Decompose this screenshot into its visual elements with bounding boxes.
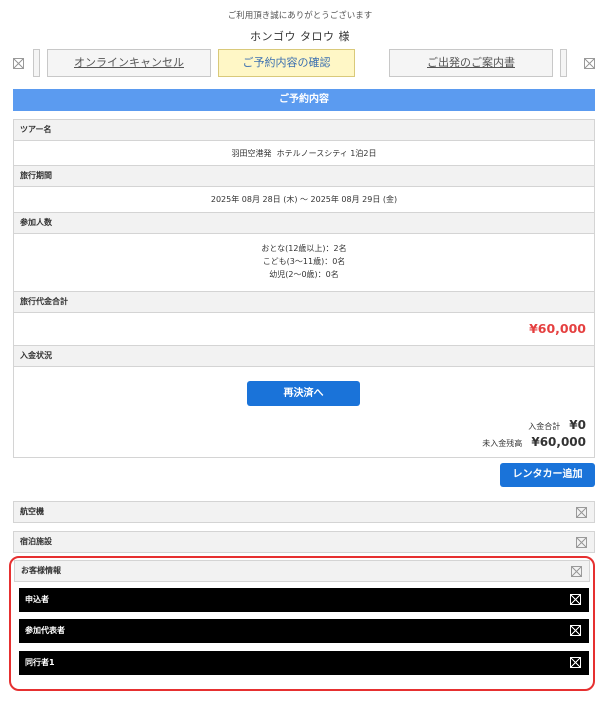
adults-count: おとな(12歳以上)：2名 [261,244,347,253]
infants-count: 幼児(2～0歳)：0名 [269,270,339,279]
children-count: こども(3～11歳)：0名 [262,257,346,266]
paid-total-label: 入金合計 [528,422,561,431]
participants-label: 参加人数 [14,213,594,234]
tab-edge-left [33,49,40,77]
section-title: ご予約内容 [13,89,595,111]
travel-period-value: 2025年 08月 28日 (木) ～ 2025年 08月 29日 (金) [210,195,398,204]
total-price-row: 旅行代金合計 ¥60,000 [13,292,595,346]
broken-image-icon [584,58,595,69]
total-price-value: ¥60,000 [529,321,586,336]
customer-name: ホンゴウ タロウ 様 [250,30,350,43]
tab-bar: オンラインキャンセル ご予約内容の確認 ご出発のご案内書 [13,49,595,79]
customer-info-label: お客様情報 [21,566,61,575]
tour-name-value: 羽田空港発 ホテルノースシティ 1泊2日 [231,149,377,158]
participants-values: おとな(12歳以上)：2名 こども(3～11歳)：0名 幼児(2～0歳)：0名 [14,234,594,281]
representative-row[interactable]: 参加代表者 [19,619,589,643]
unpaid-balance: 未入金残高 ¥60,000 [482,431,586,450]
companion-label: 同行者1 [25,658,55,667]
total-price-label: 旅行代金合計 [14,292,594,313]
tab-edge-right [560,49,567,77]
broken-image-icon [576,507,587,518]
tab-online-cancel[interactable]: オンラインキャンセル [47,49,211,77]
travel-period-row: 旅行期間 2025年 08月 28日 (木) ～ 2025年 08月 29日 (… [13,166,595,213]
tab-reservation-confirm[interactable]: ご予約内容の確認 [218,49,355,77]
broken-image-icon [570,657,581,668]
participants-row: 参加人数 おとな(12歳以上)：2名 こども(3～11歳)：0名 幼児(2～0歳… [13,213,595,292]
representative-label: 参加代表者 [25,626,65,635]
payment-status-label: 入金状況 [14,346,594,367]
broken-image-icon [571,566,582,577]
broken-image-icon [13,58,24,69]
repay-button[interactable]: 再決済へ [247,381,360,406]
broken-image-icon [576,537,587,548]
applicant-label: 申込者 [25,595,49,604]
hotel-section[interactable]: 宿泊施設 [13,531,595,553]
unpaid-balance-label: 未入金残高 [482,439,523,448]
broken-image-icon [570,594,581,605]
companion-row[interactable]: 同行者1 [19,651,589,675]
tab-departure-guide[interactable]: ご出発のご案内書 [389,49,553,77]
broken-image-icon [570,625,581,636]
paid-total-value: ¥0 [569,418,586,432]
tour-name-label: ツアー名 [14,120,594,141]
hotel-section-label: 宿泊施設 [20,537,52,546]
unpaid-balance-value: ¥60,000 [531,435,586,449]
flight-section-label: 航空機 [20,507,44,516]
add-rental-car-button[interactable]: レンタカー追加 [500,463,595,487]
applicant-row[interactable]: 申込者 [19,588,589,612]
travel-period-label: 旅行期間 [14,166,594,187]
thank-you-message: ご利用頂き誠にありがとうございます [227,11,373,21]
tour-name-row: ツアー名 羽田空港発 ホテルノースシティ 1泊2日 [13,119,595,166]
flight-section[interactable]: 航空機 [13,501,595,523]
customer-info-section[interactable]: お客様情報 [14,560,590,582]
